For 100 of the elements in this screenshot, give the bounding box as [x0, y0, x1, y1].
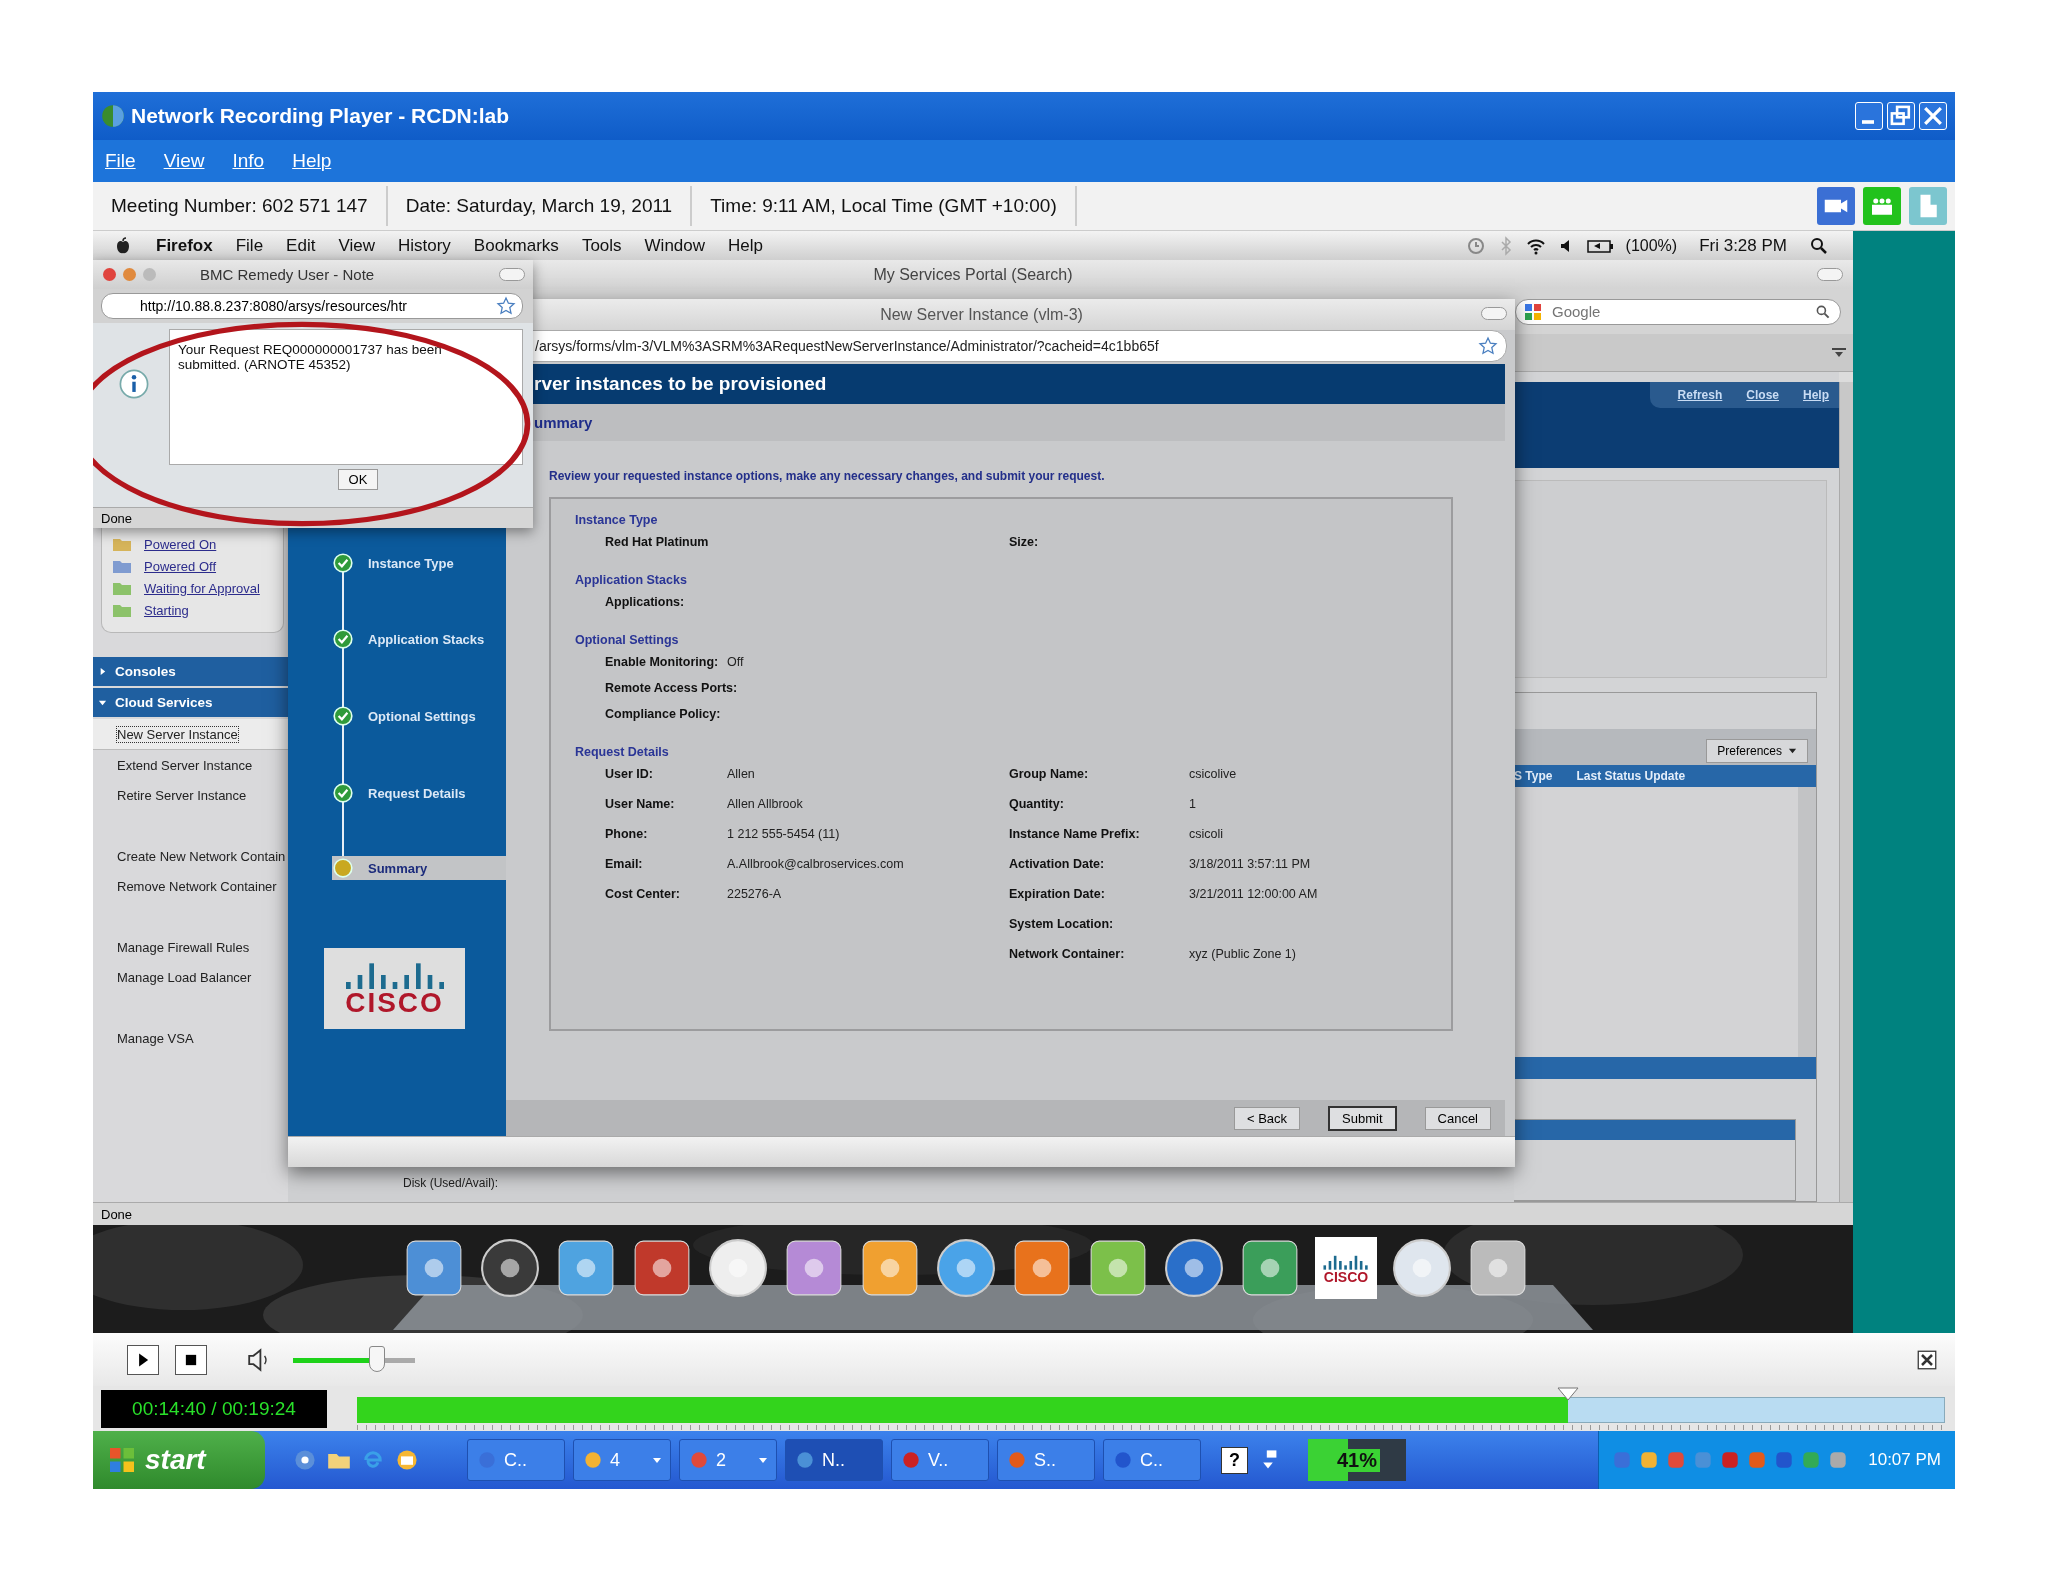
nav-item[interactable]: Remove Network Container	[93, 871, 288, 901]
menu-item[interactable]: View	[338, 235, 375, 256]
app-icon[interactable]	[1163, 1237, 1225, 1299]
search-icon[interactable]	[1809, 235, 1829, 256]
section-header[interactable]: Cloud Services	[93, 688, 288, 717]
nav-item[interactable]: Extend Server Instance	[93, 750, 288, 780]
nav-item[interactable]: Retire Server Instance	[93, 780, 288, 810]
app-icon[interactable]	[1391, 1237, 1453, 1299]
field-label: Group Name:	[1009, 767, 1089, 781]
instruction-text: Review your requested instance options, make any necessary changes, and submit your request.	[549, 469, 1106, 485]
nav-item[interactable]: Manage VSA	[93, 1023, 288, 1053]
header-link[interactable]: Close	[1746, 388, 1779, 402]
app-icon	[794, 1449, 816, 1471]
toolbar-toggle-button[interactable]	[1481, 307, 1507, 320]
app-icon[interactable]	[1011, 1237, 1073, 1299]
app-icon[interactable]	[631, 1237, 693, 1299]
menu-item[interactable]: Info	[232, 150, 265, 172]
play-button[interactable]	[127, 1344, 159, 1375]
video-button[interactable]	[1817, 187, 1855, 225]
app-icon	[688, 1449, 710, 1471]
toolbar-toggle-button[interactable]	[1817, 268, 1843, 281]
scrollbar[interactable]	[1839, 382, 1853, 1202]
field-value: 1 212 555-5454 (11)	[727, 827, 840, 841]
app-icon[interactable]	[555, 1237, 617, 1299]
section-title: Application Stacks	[575, 573, 688, 587]
app-icon[interactable]	[1467, 1237, 1529, 1299]
app-icon[interactable]	[1239, 1237, 1301, 1299]
close-button[interactable]	[1919, 102, 1947, 130]
menu-item[interactable]: Help	[728, 235, 763, 256]
help-button[interactable]: ?	[1221, 1446, 1248, 1474]
form-button[interactable]: < Back	[1233, 1106, 1301, 1130]
close-light-button[interactable]	[103, 268, 116, 281]
folder-link[interactable]: Starting	[144, 602, 189, 618]
header-link[interactable]: Refresh	[1677, 388, 1723, 402]
menu-item[interactable]: Tools	[581, 235, 622, 256]
minimize-button[interactable]	[1855, 102, 1883, 130]
nav-item[interactable]: Manage Firewall Rules	[93, 932, 288, 962]
status-text: Done	[101, 510, 133, 526]
app-icon[interactable]	[783, 1237, 845, 1299]
header-link[interactable]: Help	[1803, 388, 1829, 402]
toolbar-toggle-button[interactable]	[499, 268, 525, 281]
globe-icon	[101, 104, 125, 128]
star-icon[interactable]	[1478, 336, 1498, 356]
stop-button[interactable]	[175, 1344, 207, 1375]
nav-item[interactable]: Create New Network Contain	[93, 841, 288, 871]
taskbar-button[interactable]: N..	[785, 1439, 883, 1481]
ok-button[interactable]: OK	[337, 469, 379, 490]
menu-item[interactable]: Window	[644, 235, 706, 256]
column-header[interactable]: S Type	[1514, 769, 1553, 783]
field-label: System Location:	[1009, 917, 1114, 931]
menu-item[interactable]: File	[105, 150, 136, 172]
mail-icon[interactable]	[395, 1448, 419, 1472]
taskbar-button[interactable]: 2	[679, 1439, 777, 1481]
clock-icon[interactable]	[1465, 235, 1486, 256]
app-icon[interactable]	[859, 1237, 921, 1299]
quick-launch-icon[interactable]	[293, 1448, 317, 1472]
star-icon[interactable]	[496, 296, 516, 316]
nav-item[interactable]: Manage Load Balancer	[93, 962, 288, 992]
form-button[interactable]: Cancel	[1424, 1106, 1491, 1130]
app-icon[interactable]	[1087, 1237, 1149, 1299]
address-field[interactable]: http://10.88.8.237:8080/arsys/resources/htr	[101, 293, 523, 319]
search-field[interactable]: Google	[1515, 298, 1841, 325]
restore-button[interactable]	[1887, 102, 1915, 130]
taskbar-button[interactable]: 4	[573, 1439, 671, 1481]
menu-item[interactable]: Bookmarks	[473, 235, 559, 256]
field-label: Compliance Policy:	[605, 707, 721, 721]
field-value: Off	[727, 655, 744, 669]
info-text: Time: 9:11 AM, Local Time (GMT +10:00)	[692, 186, 1077, 226]
wizard-step[interactable]: Request Details	[332, 781, 506, 805]
wizard-step[interactable]: Optional Settings	[332, 704, 506, 728]
wizard-step[interactable]: Application Stacks	[332, 627, 506, 651]
menu-item[interactable]: Help	[292, 150, 332, 172]
menu-item[interactable]: Edit	[286, 235, 316, 256]
app-icon[interactable]	[935, 1237, 997, 1299]
form-button[interactable]: Submit	[1328, 1105, 1397, 1131]
taskbar-button[interactable]: V..	[891, 1439, 989, 1481]
wizard-step[interactable]: Instance Type	[332, 551, 506, 575]
menu-item[interactable]: View	[163, 150, 205, 172]
app-icon[interactable]	[479, 1237, 541, 1299]
menu-item[interactable]: File	[235, 235, 264, 256]
section-title: Optional Settings	[575, 633, 680, 647]
folder-link[interactable]: Powered On	[144, 536, 217, 552]
preferences-button[interactable]: Preferences	[1706, 739, 1808, 763]
taskbar-button[interactable]: C..	[467, 1439, 565, 1481]
participants-button[interactable]	[1863, 187, 1901, 225]
close-icon[interactable]	[1917, 1349, 1937, 1370]
folder-link[interactable]: Powered Off	[144, 558, 217, 574]
wizard-step[interactable]: Summary	[332, 856, 506, 880]
app-menu[interactable]: Firefox	[156, 235, 213, 256]
folder-link[interactable]: Waiting for Approval	[144, 580, 260, 596]
column-header[interactable]: Last Status Update	[1576, 769, 1686, 783]
taskbar-button[interactable]: S..	[997, 1439, 1095, 1481]
app-icon[interactable]	[403, 1237, 465, 1299]
menu-item[interactable]: History	[397, 235, 451, 256]
taskbar-button[interactable]: C..	[1103, 1439, 1201, 1481]
logo-app-icon[interactable]: CISCO	[1315, 1237, 1377, 1299]
nav-item[interactable]: New Server Instance	[93, 719, 288, 750]
info-icon	[117, 367, 151, 401]
app-icon[interactable]	[707, 1237, 769, 1299]
section-header[interactable]: Consoles	[93, 657, 288, 686]
